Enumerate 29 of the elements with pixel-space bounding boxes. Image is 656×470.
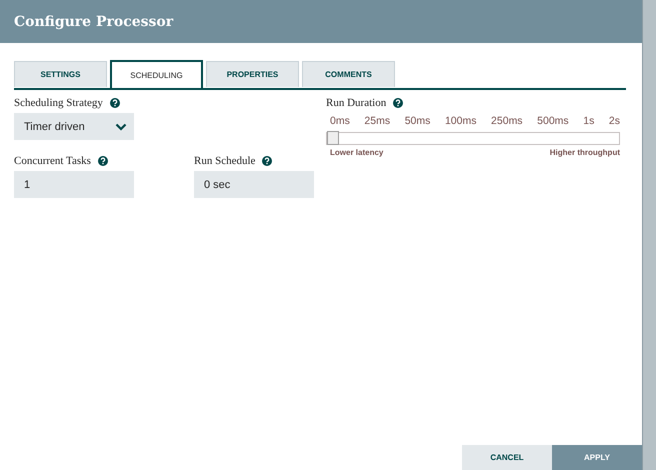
field-label: Scheduling Strategy (14, 97, 103, 109)
strategy-dropdown[interactable]: Timer driven (14, 113, 134, 140)
slider-max-label: Higher throughput (550, 148, 620, 157)
tab[interactable]: SETTINGS (14, 61, 107, 87)
help-icon[interactable] (98, 156, 108, 166)
chevron-down-icon (115, 122, 127, 130)
slider-handle[interactable] (327, 131, 339, 145)
field-label: Run Duration (326, 97, 386, 109)
tick-label: 0ms (330, 115, 350, 127)
tick-label: 1s (583, 115, 594, 127)
input-field[interactable]: 0 sec (194, 171, 314, 198)
slider-min-label: Lower latency (330, 148, 384, 157)
tab[interactable]: COMMENTS (302, 61, 395, 87)
help-icon[interactable] (262, 156, 272, 166)
help-icon[interactable] (393, 98, 404, 108)
dialog-title: Configure Processor (14, 14, 174, 30)
tick-label: 2s (608, 115, 620, 127)
input-field[interactable]: 1 (14, 171, 134, 198)
field-label: Run Schedule (194, 155, 256, 167)
tab[interactable]: PROPERTIES (206, 61, 299, 87)
tick-label: 50ms (404, 115, 430, 127)
tick-label: 250ms (491, 115, 523, 127)
cancel-button[interactable]: CANCEL (462, 445, 552, 470)
tick-label: 25ms (364, 115, 390, 127)
help-icon[interactable] (110, 98, 120, 108)
tick-label: 100ms (444, 115, 476, 127)
tab[interactable]: SCHEDULING (110, 60, 203, 88)
tick-label: 500ms (537, 115, 569, 127)
field-label: Concurrent Tasks (14, 155, 91, 167)
